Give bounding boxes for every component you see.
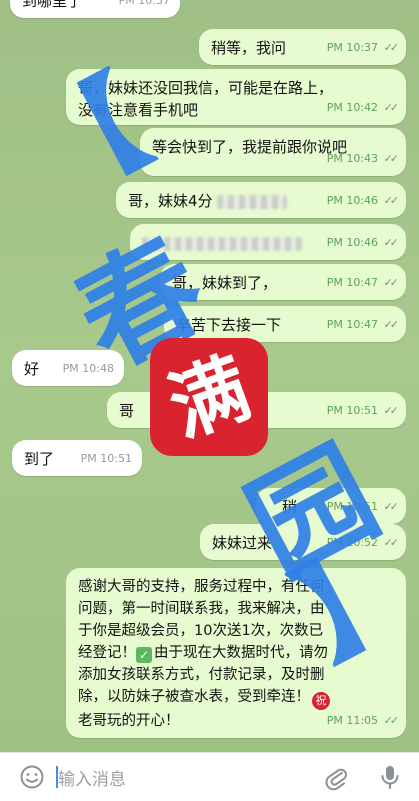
- redacted-text: [217, 194, 288, 209]
- message-bubble-outgoing[interactable]: 稍 PM 10:51 ✓✓: [256, 488, 406, 524]
- message-bubble-outgoing[interactable]: 哥，妹妹到了， PM 10:47 ✓✓: [160, 264, 406, 300]
- message-time: PM 10:37: [118, 0, 170, 7]
- message-time: PM 10:51 ✓✓: [326, 500, 400, 513]
- message-input-bar: 输入消息: [0, 752, 419, 801]
- message-text-line: 添加女孩联系方式，付款记录，及时删: [78, 667, 325, 683]
- message-bubble-outgoing[interactable]: 哥，妹妹4分 PM 10:46 ✓✓: [116, 182, 406, 218]
- message-time: PM 10:47 ✓✓: [326, 276, 400, 289]
- message-bubble-outgoing[interactable]: 辛苦下去接一下 PM 10:47 ✓✓: [164, 306, 406, 342]
- message-text-line: 问题，第一时间联系我，我来解决，由: [78, 601, 325, 617]
- check-mark-emoji-icon: ✓: [136, 647, 152, 663]
- message-bubble-incoming[interactable]: 到哪里了 PM 10:37: [10, 0, 180, 18]
- message-text-line: 经登记！ ✓ 由于现在大数据时代，请勿: [78, 642, 394, 664]
- message-time: PM 10:52 ✓✓: [326, 536, 400, 549]
- congratulations-emoji-icon: 祝: [312, 692, 330, 710]
- message-time: PM 10:47 ✓✓: [326, 318, 400, 331]
- message-bubble-outgoing[interactable]: 妹妹过来 PM 10:52 ✓✓: [200, 524, 406, 560]
- read-check-icon: ✓✓: [383, 236, 400, 249]
- message-text-line: 哥，妹妹还没回我信，可能是在路上，: [78, 79, 334, 97]
- read-check-icon: ✓✓: [383, 276, 400, 289]
- message-bubble-outgoing[interactable]: 等会快到了，我提前跟你说吧 PM 10:43 ✓✓: [140, 128, 406, 176]
- paperclip-icon[interactable]: [322, 763, 350, 791]
- read-check-icon: ✓✓: [383, 404, 400, 417]
- chat-area: 到哪里了 PM 10:37 稍等，我问 PM 10:37 ✓✓ 哥，妹妹还没回我…: [0, 0, 419, 752]
- message-text-segment: 除，以防妹子被查水表，受到牵连！: [78, 689, 310, 705]
- message-time: PM 10:48: [62, 362, 114, 375]
- message-bubble-incoming[interactable]: 好 PM 10:48: [12, 350, 124, 386]
- microphone-icon[interactable]: [376, 763, 404, 791]
- message-time: PM 10:46 ✓✓: [326, 236, 400, 249]
- message-time: PM 10:37 ✓✓: [326, 41, 400, 54]
- message-text-suffix: 了吗?: [213, 402, 252, 420]
- read-check-icon: ✓✓: [383, 101, 400, 114]
- read-check-icon: ✓✓: [383, 536, 400, 549]
- read-check-icon: ✓✓: [383, 41, 400, 54]
- message-bubble-outgoing[interactable]: 哥 了吗? PM 10:51 ✓✓: [107, 392, 406, 428]
- message-bubble-outgoing[interactable]: 感谢大哥的支持，服务过程中，有任何 问题，第一时间联系我，我来解决，由 于你是超…: [66, 568, 406, 738]
- message-bubble-incoming[interactable]: 到了 PM 10:51: [12, 440, 142, 476]
- message-text: 哥: [119, 402, 135, 420]
- message-text-line: 感谢大哥的支持，服务过程中，有任何: [78, 579, 325, 595]
- message-time: PM 10:46 ✓✓: [326, 194, 400, 207]
- read-check-icon: ✓✓: [383, 318, 400, 331]
- read-check-icon: ✓✓: [383, 152, 400, 165]
- message-text: 哥，妹妹4分: [128, 192, 213, 210]
- message-text-segment: 经登记！: [78, 645, 136, 661]
- message-time: PM 10:51 ✓✓: [326, 404, 400, 417]
- message-time: PM 10:51: [80, 452, 132, 465]
- message-text-line: 除，以防妹子被查水表，受到牵连！祝: [78, 686, 394, 710]
- message-time: PM 10:43 ✓✓: [326, 152, 400, 165]
- message-text-line: 于你是超级会员，10次送1次，次数已: [78, 623, 324, 639]
- message-bubble-outgoing[interactable]: 稍等，我问 PM 10:37 ✓✓: [199, 29, 406, 65]
- message-bubble-outgoing[interactable]: PM 10:46 ✓✓: [130, 224, 406, 260]
- read-check-icon: ✓✓: [383, 714, 400, 727]
- message-input[interactable]: 输入消息: [58, 765, 126, 790]
- message-time: PM 10:42 ✓✓: [326, 101, 400, 114]
- emoji-icon[interactable]: [18, 763, 46, 791]
- redacted-text: [142, 236, 302, 251]
- message-bubble-outgoing[interactable]: 哥，妹妹还没回我信，可能是在路上， 没有注意看手机吧 PM 10:42 ✓✓: [66, 69, 406, 125]
- message-time: PM 11:05 ✓✓: [326, 714, 400, 727]
- message-text-segment: 由于现在大数据时代，请勿: [154, 645, 328, 661]
- read-check-icon: ✓✓: [383, 194, 400, 207]
- read-check-icon: ✓✓: [383, 500, 400, 513]
